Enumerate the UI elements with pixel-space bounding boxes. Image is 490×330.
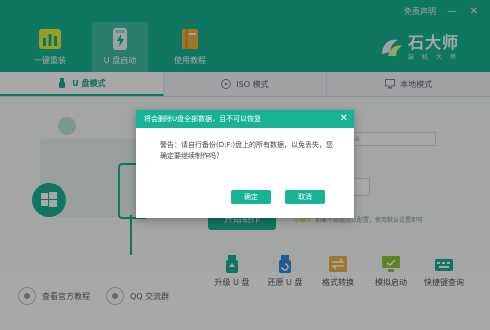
dialog-buttons: 确定 取消 [231,190,325,204]
app-window: 免责声明 — ✕ 一键重装 U 盘启动 使用教程 石大师 装 机 大 师 U 盘… [0,0,490,330]
cancel-button[interactable]: 取消 [285,190,325,204]
confirm-button[interactable]: 确定 [231,190,271,204]
confirm-dialog: 将会删除U盘全部数据，且不可以恢复 ✕ 警告：请自行备份(D:F:)盘上的所有数… [136,110,354,218]
dialog-message: 警告：请自行备份(D:F:)盘上的所有数据，以免丢失，您确定要继续制作吗？ [160,141,334,160]
dialog-title: 将会删除U盘全部数据，且不可以恢复 [136,110,354,128]
close-icon[interactable]: ✕ [340,113,348,125]
